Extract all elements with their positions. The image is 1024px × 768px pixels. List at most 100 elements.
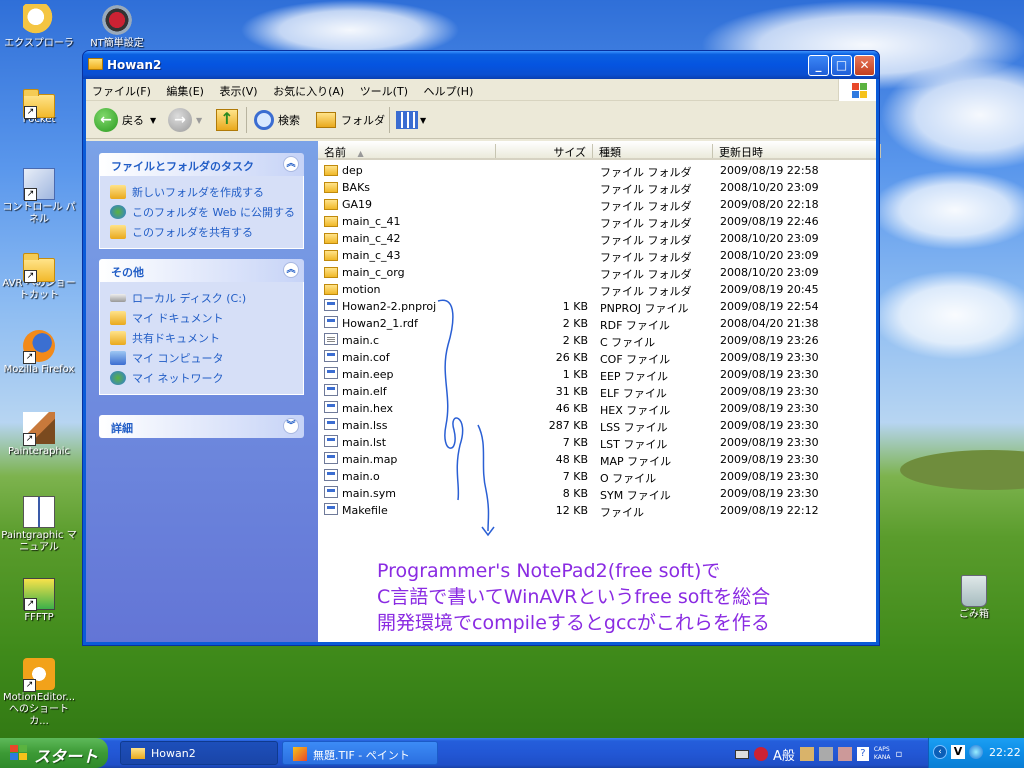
- start-button[interactable]: スタート: [0, 738, 108, 768]
- file-name: main.eep: [342, 368, 394, 381]
- panel-title: その他: [111, 266, 144, 279]
- minimize-button[interactable]: _: [808, 55, 829, 76]
- file-row[interactable]: main.o 7 KB O ファイル 2009/08/19 23:30: [318, 468, 878, 485]
- network-tray-icon[interactable]: [969, 745, 983, 759]
- book-icon: [23, 496, 55, 528]
- place-my-network[interactable]: マイ ネットワーク: [110, 368, 303, 388]
- search-button[interactable]: 検索: [254, 107, 300, 133]
- file-row[interactable]: BAKs ファイル フォルダ 2008/10/20 23:09: [318, 179, 878, 196]
- file-icon: [324, 503, 338, 515]
- app-tray-icon[interactable]: V: [951, 745, 965, 759]
- ime-tool-icon[interactable]: [818, 747, 833, 761]
- desktop-icon-painterphic[interactable]: Painteraphic: [0, 412, 78, 458]
- column-modified[interactable]: 更新日時: [713, 144, 881, 159]
- desktop-icon-recycle-bin[interactable]: ごみ箱: [935, 575, 1013, 621]
- desktop-icon-ffftp[interactable]: FFFTP: [0, 578, 78, 624]
- file-row[interactable]: main.hex 46 KB HEX ファイル 2009/08/19 23:30: [318, 400, 878, 417]
- place-my-computer[interactable]: マイ コンピュータ: [110, 348, 303, 368]
- taskbar-item-howan2[interactable]: Howan2: [120, 741, 278, 765]
- file-row[interactable]: main.sym 8 KB SYM ファイル 2009/08/19 23:30: [318, 485, 878, 502]
- file-row[interactable]: main.eep 1 KB EEP ファイル 2009/08/19 23:30: [318, 366, 878, 383]
- chevron-down-icon[interactable]: ▼: [420, 116, 426, 125]
- menu-view[interactable]: 表示(V): [213, 79, 263, 99]
- file-row[interactable]: main.map 48 KB MAP ファイル 2009/08/19 23:30: [318, 451, 878, 468]
- menu-file[interactable]: ファイル(F): [86, 79, 157, 99]
- desktop-icon-motioneditor[interactable]: MotionEditor... へのショートカ...: [0, 658, 78, 728]
- file-row[interactable]: main_c_43 ファイル フォルダ 2008/10/20 23:09: [318, 247, 878, 264]
- collapse-icon[interactable]: ︽: [283, 156, 299, 172]
- file-row[interactable]: Howan2_1.rdf 2 KB RDF ファイル 2008/04/20 21:38: [318, 315, 878, 332]
- panel-header[interactable]: その他 ︽: [99, 259, 304, 282]
- desktop-icon-nt-settings[interactable]: NT簡単設定: [78, 4, 156, 50]
- file-row[interactable]: main.cof 26 KB COF ファイル 2009/08/19 23:30: [318, 349, 878, 366]
- column-size[interactable]: サイズ: [496, 144, 593, 159]
- folders-label: フォルダ: [341, 114, 385, 127]
- task-share-folder[interactable]: このフォルダを共有する: [110, 222, 303, 242]
- menu-tools[interactable]: ツール(T): [354, 79, 414, 99]
- folder-icon: [324, 199, 338, 210]
- file-row[interactable]: Howan2-2.pnproj 1 KB PNPROJ ファイル 2009/08/19…: [318, 298, 878, 315]
- menu-edit[interactable]: 編集(E): [160, 79, 210, 99]
- place-shared-documents[interactable]: 共有ドキュメント: [110, 328, 303, 348]
- task-new-folder[interactable]: 新しいフォルダを作成する: [110, 182, 303, 202]
- chevron-down-icon[interactable]: ▼: [196, 116, 202, 125]
- file-row[interactable]: Makefile 12 KB ファイル 2009/08/19 22:12: [318, 502, 878, 519]
- ime-tool-icon[interactable]: [799, 747, 814, 761]
- expand-icon[interactable]: ︾: [283, 418, 299, 434]
- folder-icon: [316, 112, 336, 128]
- folders-button[interactable]: フォルダ: [316, 107, 385, 133]
- title-bar[interactable]: Howan2 _ □ ✕: [83, 51, 879, 79]
- file-icon: [324, 452, 338, 464]
- help-icon[interactable]: ?: [856, 747, 869, 761]
- file-name: main_c_42: [342, 232, 401, 245]
- column-type[interactable]: 種類: [593, 144, 713, 159]
- file-row[interactable]: main.elf 31 KB ELF ファイル 2009/08/19 23:30: [318, 383, 878, 400]
- file-row[interactable]: main_c_41 ファイル フォルダ 2009/08/19 22:46: [318, 213, 878, 230]
- up-folder-button[interactable]: ↑: [216, 107, 238, 133]
- file-row[interactable]: main_c_org ファイル フォルダ 2008/10/20 23:09: [318, 264, 878, 281]
- keyboard-icon[interactable]: [735, 749, 749, 759]
- paint-icon: [293, 747, 307, 761]
- file-row[interactable]: GA19 ファイル フォルダ 2009/08/20 22:18: [318, 196, 878, 213]
- maximize-button[interactable]: □: [831, 55, 852, 76]
- place-my-documents[interactable]: マイ ドキュメント: [110, 308, 303, 328]
- taskbar-item-paint[interactable]: 無題.TIF - ペイント: [282, 741, 438, 765]
- file-modified: 2009/08/19 23:30: [720, 453, 819, 466]
- file-row[interactable]: main.lst 7 KB LST ファイル 2009/08/19 23:30: [318, 434, 878, 451]
- place-local-disk[interactable]: ローカル ディスク (C:): [110, 288, 303, 308]
- file-row[interactable]: main_c_42 ファイル フォルダ 2008/10/20 23:09: [318, 230, 878, 247]
- desktop-icon-pocket[interactable]: Pocket: [0, 88, 78, 126]
- ime-toolbar: A般 ? CAPS KANA ▫: [735, 744, 902, 764]
- file-row[interactable]: dep ファイル フォルダ 2009/08/19 22:58: [318, 162, 878, 179]
- chevron-down-icon[interactable]: ▼: [150, 116, 156, 125]
- forward-button[interactable]: → ▼: [168, 107, 202, 133]
- desktop-icon-avr-shortcut[interactable]: AVR へのショートカット: [0, 252, 78, 302]
- tray-expand-icon[interactable]: ‹: [933, 745, 947, 759]
- ime-settings-icon[interactable]: [754, 747, 768, 761]
- close-button[interactable]: ✕: [854, 55, 875, 76]
- task-publish-web[interactable]: このフォルダを Web に公開する: [110, 202, 303, 222]
- back-button[interactable]: ← 戻る ▼: [94, 107, 156, 133]
- ime-mode[interactable]: A般: [773, 745, 795, 764]
- views-button[interactable]: ▼: [396, 107, 426, 133]
- desktop-icon-paintgraphic-manual[interactable]: Paintgraphic マニュアル: [0, 496, 78, 554]
- file-name: Howan2_1.rdf: [342, 317, 418, 330]
- file-modified: 2009/08/19 22:58: [720, 164, 819, 177]
- file-row[interactable]: main.lss 287 KB LSS ファイル 2009/08/19 23:30: [318, 417, 878, 434]
- panel-header[interactable]: ファイルとフォルダのタスク ︽: [99, 153, 304, 176]
- column-name[interactable]: 名前 ▲: [318, 144, 496, 159]
- file-row[interactable]: main.c 2 KB C ファイル 2009/08/19 23:26: [318, 332, 878, 349]
- menu-favorites[interactable]: お気に入り(A): [267, 79, 350, 99]
- file-row[interactable]: motion ファイル フォルダ 2009/08/19 20:45: [318, 281, 878, 298]
- clock[interactable]: 22:22: [989, 746, 1021, 759]
- ime-tool-icon[interactable]: [837, 747, 852, 761]
- desktop-icon-firefox[interactable]: Mozilla Firefox: [0, 330, 78, 376]
- menu-help[interactable]: ヘルプ(H): [418, 79, 480, 99]
- place-label: ローカル ディスク (C:): [132, 292, 247, 305]
- file-type: COF ファイル: [600, 353, 671, 366]
- panel-header[interactable]: 詳細 ︾: [99, 415, 304, 438]
- desktop-icon-explorer[interactable]: エクスプローラ: [0, 4, 78, 50]
- minimize-ime-icon[interactable]: ▫: [895, 749, 902, 760]
- desktop-icon-control-panel[interactable]: コントロール パネル: [0, 168, 78, 226]
- collapse-icon[interactable]: ︽: [283, 262, 299, 278]
